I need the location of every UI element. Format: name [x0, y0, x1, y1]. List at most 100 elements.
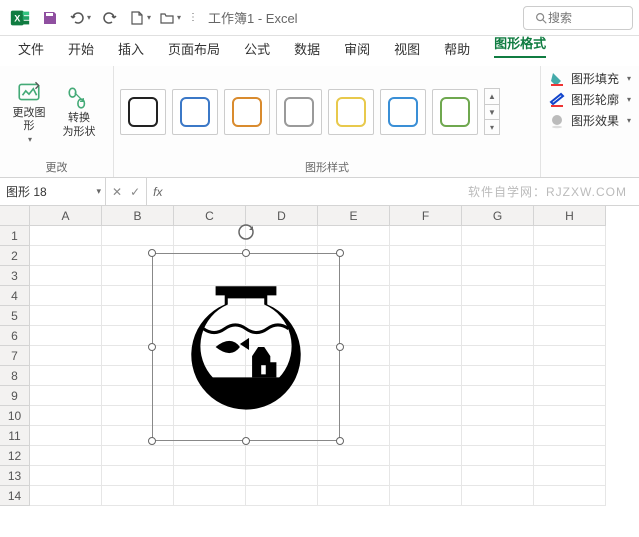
cell[interactable]	[390, 246, 462, 266]
cell[interactable]	[318, 446, 390, 466]
cell[interactable]	[102, 446, 174, 466]
resize-handle-r[interactable]	[336, 343, 344, 351]
shape-style-gallery[interactable]: ▲ ▼ ▾	[114, 66, 540, 157]
cell[interactable]	[30, 446, 102, 466]
cell[interactable]	[534, 466, 606, 486]
cell[interactable]	[534, 446, 606, 466]
cell[interactable]	[462, 426, 534, 446]
cell[interactable]	[462, 226, 534, 246]
row-header[interactable]: 1	[0, 226, 30, 246]
cell[interactable]	[318, 226, 390, 246]
cell[interactable]	[318, 486, 390, 506]
cell[interactable]	[462, 266, 534, 286]
cell[interactable]	[318, 466, 390, 486]
row-header[interactable]: 13	[0, 466, 30, 486]
convert-to-shape-button[interactable]: 转换 为形状	[58, 84, 100, 138]
row-header[interactable]: 3	[0, 266, 30, 286]
tab-layout[interactable]: 页面布局	[156, 33, 232, 66]
resize-handle-t[interactable]	[242, 249, 250, 257]
cell[interactable]	[390, 266, 462, 286]
cell[interactable]	[462, 326, 534, 346]
open-button[interactable]: ▾	[156, 4, 184, 32]
row-header[interactable]: 7	[0, 346, 30, 366]
search-box[interactable]	[523, 6, 633, 30]
col-header[interactable]: C	[174, 206, 246, 226]
cell[interactable]	[30, 266, 102, 286]
cell[interactable]	[390, 286, 462, 306]
cell[interactable]	[390, 366, 462, 386]
tab-help[interactable]: 帮助	[432, 33, 482, 66]
fx-icon[interactable]: fx	[147, 178, 168, 205]
cell[interactable]	[534, 266, 606, 286]
cell[interactable]	[30, 286, 102, 306]
tab-data[interactable]: 数据	[282, 33, 332, 66]
formula-input[interactable]: 软件自学网：RJZXW.COM	[168, 178, 639, 205]
tab-formulas[interactable]: 公式	[232, 33, 282, 66]
cell[interactable]	[174, 486, 246, 506]
undo-button[interactable]: ▾	[66, 4, 94, 32]
style-swatch-1[interactable]	[172, 89, 218, 135]
cell[interactable]	[462, 486, 534, 506]
cell[interactable]	[246, 466, 318, 486]
gallery-more-icon[interactable]: ▾	[485, 119, 499, 134]
resize-handle-tl[interactable]	[148, 249, 156, 257]
cell[interactable]	[534, 306, 606, 326]
accept-formula-icon[interactable]: ✓	[130, 185, 140, 199]
col-header[interactable]: A	[30, 206, 102, 226]
select-all-corner[interactable]	[0, 206, 30, 226]
cell[interactable]	[534, 226, 606, 246]
cell[interactable]	[534, 346, 606, 366]
cell[interactable]	[102, 226, 174, 246]
row-header[interactable]: 5	[0, 306, 30, 326]
cell[interactable]	[390, 346, 462, 366]
cell[interactable]	[534, 406, 606, 426]
resize-handle-tr[interactable]	[336, 249, 344, 257]
style-swatch-5[interactable]	[380, 89, 426, 135]
cell[interactable]	[390, 386, 462, 406]
cell[interactable]	[534, 426, 606, 446]
cell[interactable]	[462, 446, 534, 466]
search-input[interactable]	[548, 11, 618, 25]
row-header[interactable]: 8	[0, 366, 30, 386]
gallery-scroll[interactable]: ▲ ▼ ▾	[484, 88, 500, 135]
save-button[interactable]	[36, 4, 64, 32]
row-header[interactable]: 14	[0, 486, 30, 506]
cell[interactable]	[30, 406, 102, 426]
cell[interactable]	[102, 466, 174, 486]
cell[interactable]	[246, 446, 318, 466]
gallery-down-icon[interactable]: ▼	[485, 104, 499, 119]
cell[interactable]	[30, 326, 102, 346]
selected-shape[interactable]	[152, 253, 340, 441]
cell[interactable]	[246, 226, 318, 246]
redo-button[interactable]	[96, 4, 124, 32]
tab-view[interactable]: 视图	[382, 33, 432, 66]
tab-review[interactable]: 审阅	[332, 33, 382, 66]
col-header[interactable]: G	[462, 206, 534, 226]
tab-shape-format[interactable]: 图形格式	[482, 27, 558, 66]
row-header[interactable]: 12	[0, 446, 30, 466]
cell[interactable]	[462, 246, 534, 266]
gallery-up-icon[interactable]: ▲	[485, 89, 499, 104]
style-swatch-6[interactable]	[432, 89, 478, 135]
cell[interactable]	[534, 246, 606, 266]
col-header[interactable]: D	[246, 206, 318, 226]
cell[interactable]	[534, 286, 606, 306]
style-swatch-2[interactable]	[224, 89, 270, 135]
row-header[interactable]: 10	[0, 406, 30, 426]
cell[interactable]	[30, 466, 102, 486]
cell[interactable]	[390, 226, 462, 246]
row-header[interactable]: 9	[0, 386, 30, 406]
row-header[interactable]: 4	[0, 286, 30, 306]
row-header[interactable]: 6	[0, 326, 30, 346]
cell[interactable]	[462, 466, 534, 486]
col-header[interactable]: H	[534, 206, 606, 226]
tab-home[interactable]: 开始	[56, 33, 106, 66]
cell[interactable]	[30, 366, 102, 386]
cell[interactable]	[534, 366, 606, 386]
cell[interactable]	[30, 426, 102, 446]
row-header[interactable]: 11	[0, 426, 30, 446]
tab-file[interactable]: 文件	[6, 33, 56, 66]
excel-app-icon[interactable]: X	[6, 4, 34, 32]
shape-fill-button[interactable]: 图形填充▾	[549, 70, 631, 87]
qat-customize-button[interactable]: ⋮	[186, 4, 200, 32]
